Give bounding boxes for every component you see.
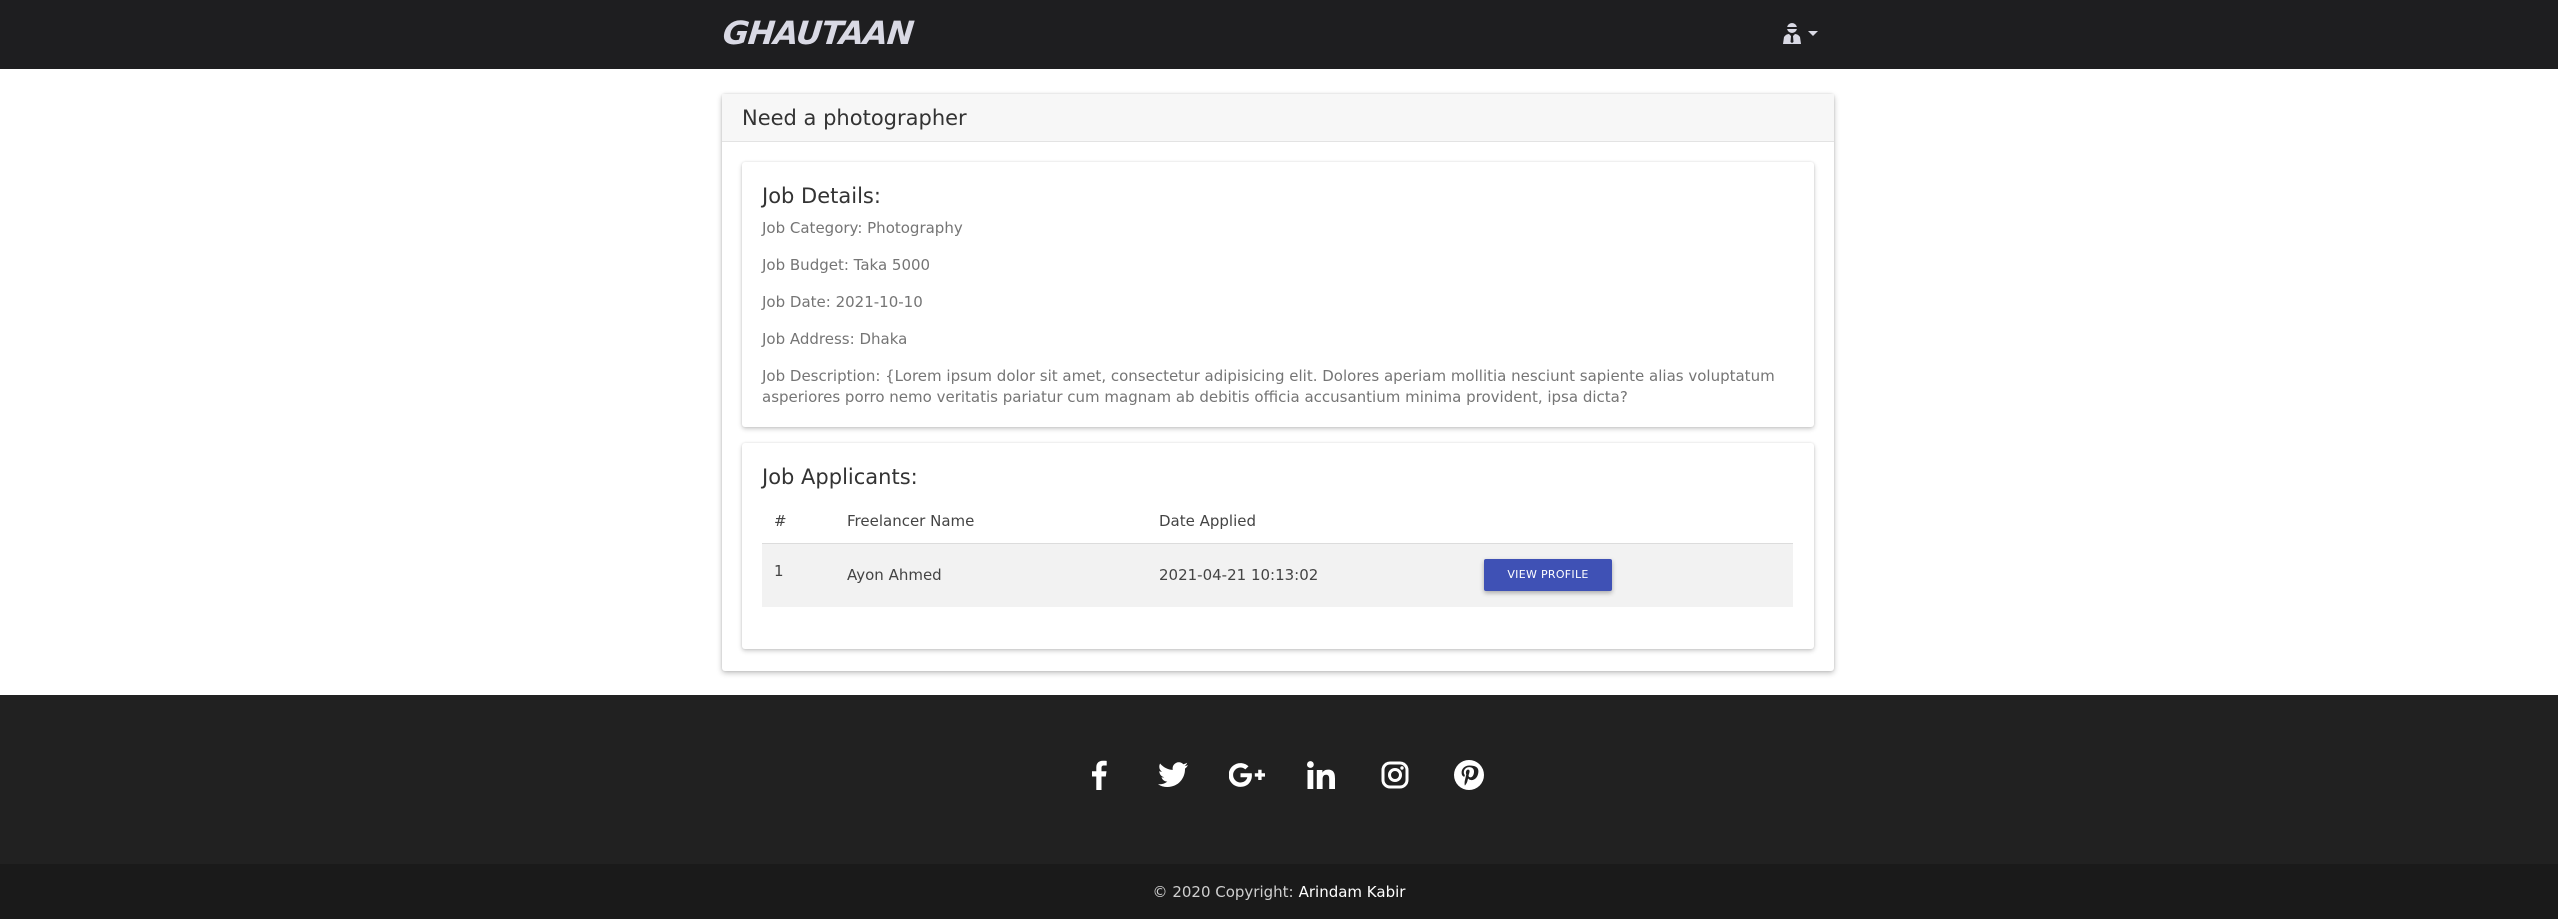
- applicants-table: # Freelancer Name Date Applied 1 Ayon Ah…: [762, 499, 1793, 607]
- column-header-freelancer-name: Freelancer Name: [835, 499, 1147, 544]
- job-category: Job Category: Photography: [762, 219, 963, 237]
- job-applicants-heading: Job Applicants:: [762, 465, 918, 489]
- user-menu-toggle[interactable]: [1782, 18, 1828, 48]
- instagram-icon[interactable]: [1358, 757, 1432, 793]
- chevron-down-icon: [1808, 30, 1818, 36]
- table-row: 1 Ayon Ahmed 2021-04-21 10:13:02 VIEW PR…: [762, 543, 1793, 607]
- linkedin-icon[interactable]: [1284, 757, 1358, 793]
- job-date: Job Date: 2021-10-10: [762, 293, 923, 311]
- job-title: Need a photographer: [722, 94, 1834, 142]
- google-plus-icon[interactable]: [1210, 757, 1284, 793]
- facebook-icon[interactable]: [1062, 757, 1136, 793]
- job-details-card: Job Details: Job Category: Photography J…: [742, 162, 1814, 427]
- job-applicants-card: Job Applicants: # Freelancer Name Date A…: [742, 443, 1814, 649]
- user-secret-icon: [1782, 22, 1802, 44]
- column-header-date-applied: Date Applied: [1147, 499, 1472, 544]
- brand-logo[interactable]: GHAUTAAN: [721, 14, 915, 52]
- applicant-number: 1: [762, 543, 835, 607]
- job-card: Need a photographer Job Details: Job Cat…: [722, 94, 1834, 671]
- copyright-text: © 2020 Copyright:: [1152, 882, 1294, 901]
- applicant-date: 2021-04-21 10:13:02: [1147, 543, 1472, 607]
- view-profile-button[interactable]: VIEW PROFILE: [1484, 559, 1612, 592]
- applicant-name: Ayon Ahmed: [835, 543, 1147, 607]
- footer: [0, 695, 2558, 864]
- table-header-row: # Freelancer Name Date Applied: [762, 499, 1793, 544]
- navbar: GHAUTAAN: [0, 0, 2558, 69]
- social-links: [1062, 757, 1506, 793]
- job-address: Job Address: Dhaka: [762, 330, 908, 348]
- pinterest-icon[interactable]: [1432, 757, 1506, 793]
- job-budget: Job Budget: Taka 5000: [762, 256, 931, 274]
- twitter-icon[interactable]: [1136, 757, 1210, 793]
- column-header-action: [1472, 499, 1793, 544]
- job-details-heading: Job Details:: [762, 184, 881, 208]
- applicant-action-cell: VIEW PROFILE: [1472, 543, 1793, 607]
- copyright-bar: © 2020 Copyright: Arindam Kabir: [0, 864, 2558, 919]
- copyright-author-link[interactable]: Arindam Kabir: [1299, 883, 1406, 901]
- job-description: Job Description: {Lorem ipsum dolor sit …: [762, 367, 1775, 406]
- column-header-number: #: [762, 499, 835, 544]
